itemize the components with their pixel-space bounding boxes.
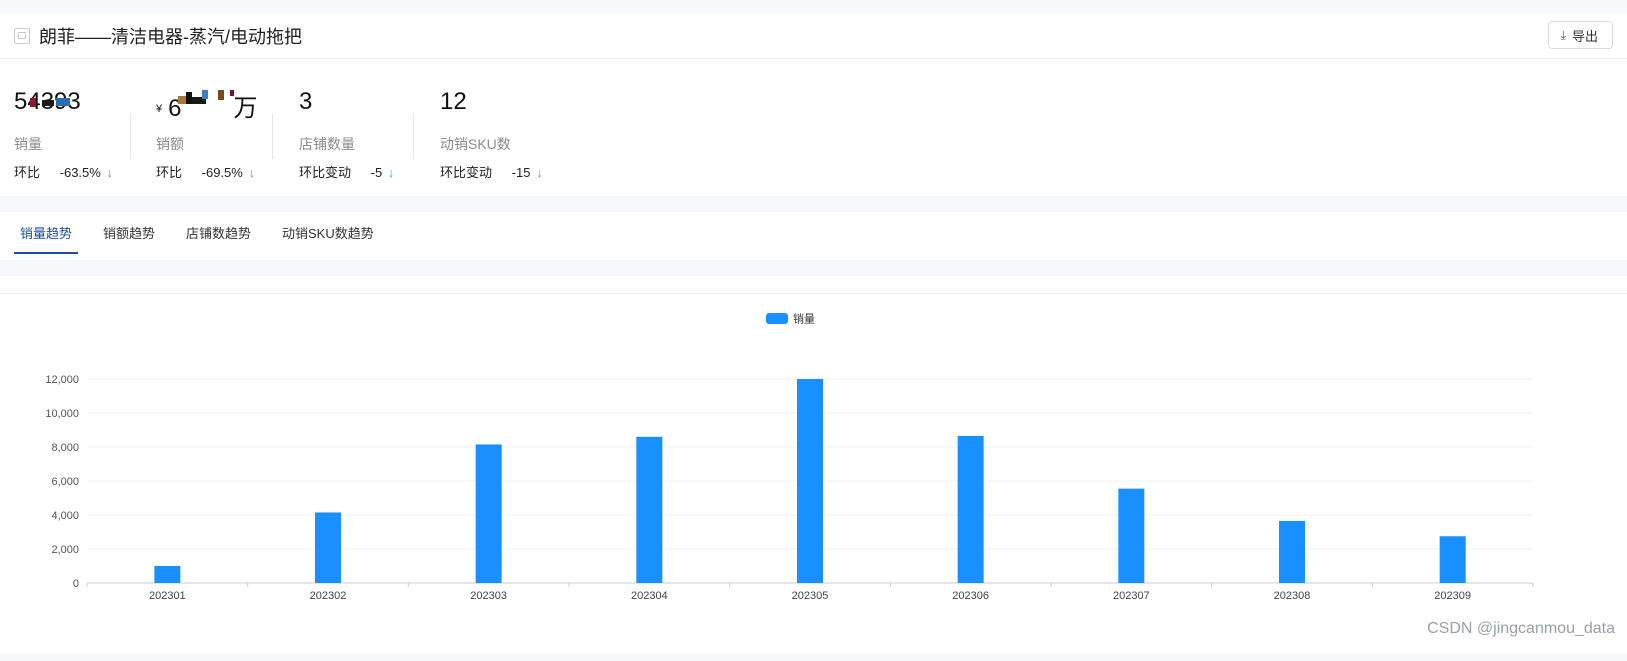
metric-sku-count: 12 动销SKU数 环比变动 -15 ↓ bbox=[440, 70, 590, 190]
trend-tabs: 销量趋势 销额趋势 店铺数趋势 动销SKU数趋势 bbox=[0, 212, 1627, 260]
metric-sales-volume: 54393 销量 环比 -63.5% ↓ bbox=[14, 70, 164, 190]
metric-change: 环比 -69.5% ↓ bbox=[156, 162, 255, 181]
bar bbox=[636, 436, 663, 583]
metric-value: 3 bbox=[299, 88, 313, 115]
y-tick-label: 12,000 bbox=[45, 374, 79, 386]
x-tick-label: 202308 bbox=[1274, 590, 1311, 602]
y-tick-label: 8,000 bbox=[51, 442, 79, 454]
x-tick-label: 202303 bbox=[470, 590, 507, 602]
divider bbox=[272, 114, 273, 159]
bar bbox=[154, 566, 181, 583]
x-tick-label: 202305 bbox=[792, 590, 829, 602]
metric-store-count: 3 店铺数量 环比变动 -5 ↓ bbox=[299, 70, 449, 190]
metric-change: 环比 -63.5% ↓ bbox=[14, 162, 113, 181]
change-label: 环比变动 bbox=[299, 165, 352, 180]
currency-symbol: ¥ bbox=[156, 103, 163, 115]
summary-card: 朗菲——清洁电器-蒸汽/电动拖把 ⤓ 导出 54393 销量 环比 -63.5%… bbox=[0, 14, 1627, 196]
page-title: 朗菲——清洁电器-蒸汽/电动拖把 bbox=[39, 27, 302, 47]
x-tick-label: 202301 bbox=[149, 590, 186, 602]
legend-swatch bbox=[766, 313, 788, 324]
bar bbox=[1118, 488, 1145, 583]
metric-sales-amount: ¥6 万 销额 环比 -69.5% ↓ bbox=[156, 70, 306, 190]
change-value: -15 bbox=[511, 165, 531, 180]
category-icon bbox=[14, 28, 30, 44]
x-tick-label: 202306 bbox=[952, 590, 989, 602]
title-row: 朗菲——清洁电器-蒸汽/电动拖把 ⤓ 导出 bbox=[0, 14, 1627, 59]
change-value: -69.5% bbox=[201, 165, 243, 180]
x-tick-label: 202304 bbox=[631, 590, 668, 602]
metric-change: 环比变动 -5 ↓ bbox=[299, 162, 394, 181]
arrow-down-icon: ↓ bbox=[387, 165, 395, 180]
tab-sales-amount-trend[interactable]: 销额趋势 bbox=[97, 222, 161, 252]
bar bbox=[1439, 536, 1466, 583]
redaction-mark bbox=[178, 90, 234, 104]
bar bbox=[957, 435, 984, 583]
chart-card: 0 2,000 4,000 6,000 8,000 10,000 12,000 202301 2… bbox=[0, 276, 1627, 654]
y-tick-label: 10,000 bbox=[45, 408, 79, 420]
metric-label: 销额 bbox=[156, 136, 184, 152]
tab-store-count-trend[interactable]: 店铺数趋势 bbox=[180, 222, 257, 252]
bar bbox=[475, 444, 502, 583]
metric-label: 店铺数量 bbox=[299, 136, 355, 152]
metric-label: 动销SKU数 bbox=[440, 136, 511, 152]
export-button[interactable]: ⤓ 导出 bbox=[1547, 21, 1613, 49]
redaction-mark bbox=[30, 98, 70, 107]
legend-label: 销量 bbox=[793, 312, 815, 326]
change-label: 环比变动 bbox=[440, 165, 493, 180]
change-value: -5 bbox=[370, 165, 383, 180]
x-tick-label: 202302 bbox=[310, 590, 347, 602]
metric-label: 销量 bbox=[14, 136, 42, 152]
arrow-down-icon: ↓ bbox=[536, 165, 543, 180]
y-tick-label: 2,000 bbox=[51, 544, 79, 556]
bar bbox=[797, 379, 823, 583]
arrow-down-icon: ↓ bbox=[248, 165, 255, 180]
metric-value: 12 bbox=[440, 88, 467, 115]
tab-sku-count-trend[interactable]: 动销SKU数趋势 bbox=[276, 222, 380, 252]
metric-change: 环比变动 -15 ↓ bbox=[440, 162, 543, 181]
y-tick-label: 6,000 bbox=[51, 476, 79, 488]
divider bbox=[130, 114, 131, 159]
bar bbox=[315, 512, 341, 583]
watermark: CSDN @jingcanmou_data bbox=[1427, 620, 1615, 637]
divider bbox=[413, 114, 414, 159]
bar-chart: 0 2,000 4,000 6,000 8,000 10,000 12,000 202301 2… bbox=[45, 312, 1534, 602]
tab-sales-volume-trend[interactable]: 销量趋势 bbox=[14, 222, 79, 254]
bar bbox=[1279, 520, 1305, 583]
export-label: 导出 bbox=[1571, 28, 1598, 44]
change-value: -63.5% bbox=[59, 165, 101, 180]
x-tick-label: 202307 bbox=[1113, 590, 1150, 602]
y-tick-label: 0 bbox=[73, 578, 79, 590]
download-icon: ⤓ bbox=[1560, 27, 1566, 42]
change-label: 环比 bbox=[156, 165, 183, 180]
change-label: 环比 bbox=[14, 165, 41, 180]
arrow-down-icon: ↓ bbox=[106, 165, 113, 180]
x-tick-label: 202309 bbox=[1434, 590, 1471, 602]
y-tick-label: 4,000 bbox=[51, 510, 79, 522]
